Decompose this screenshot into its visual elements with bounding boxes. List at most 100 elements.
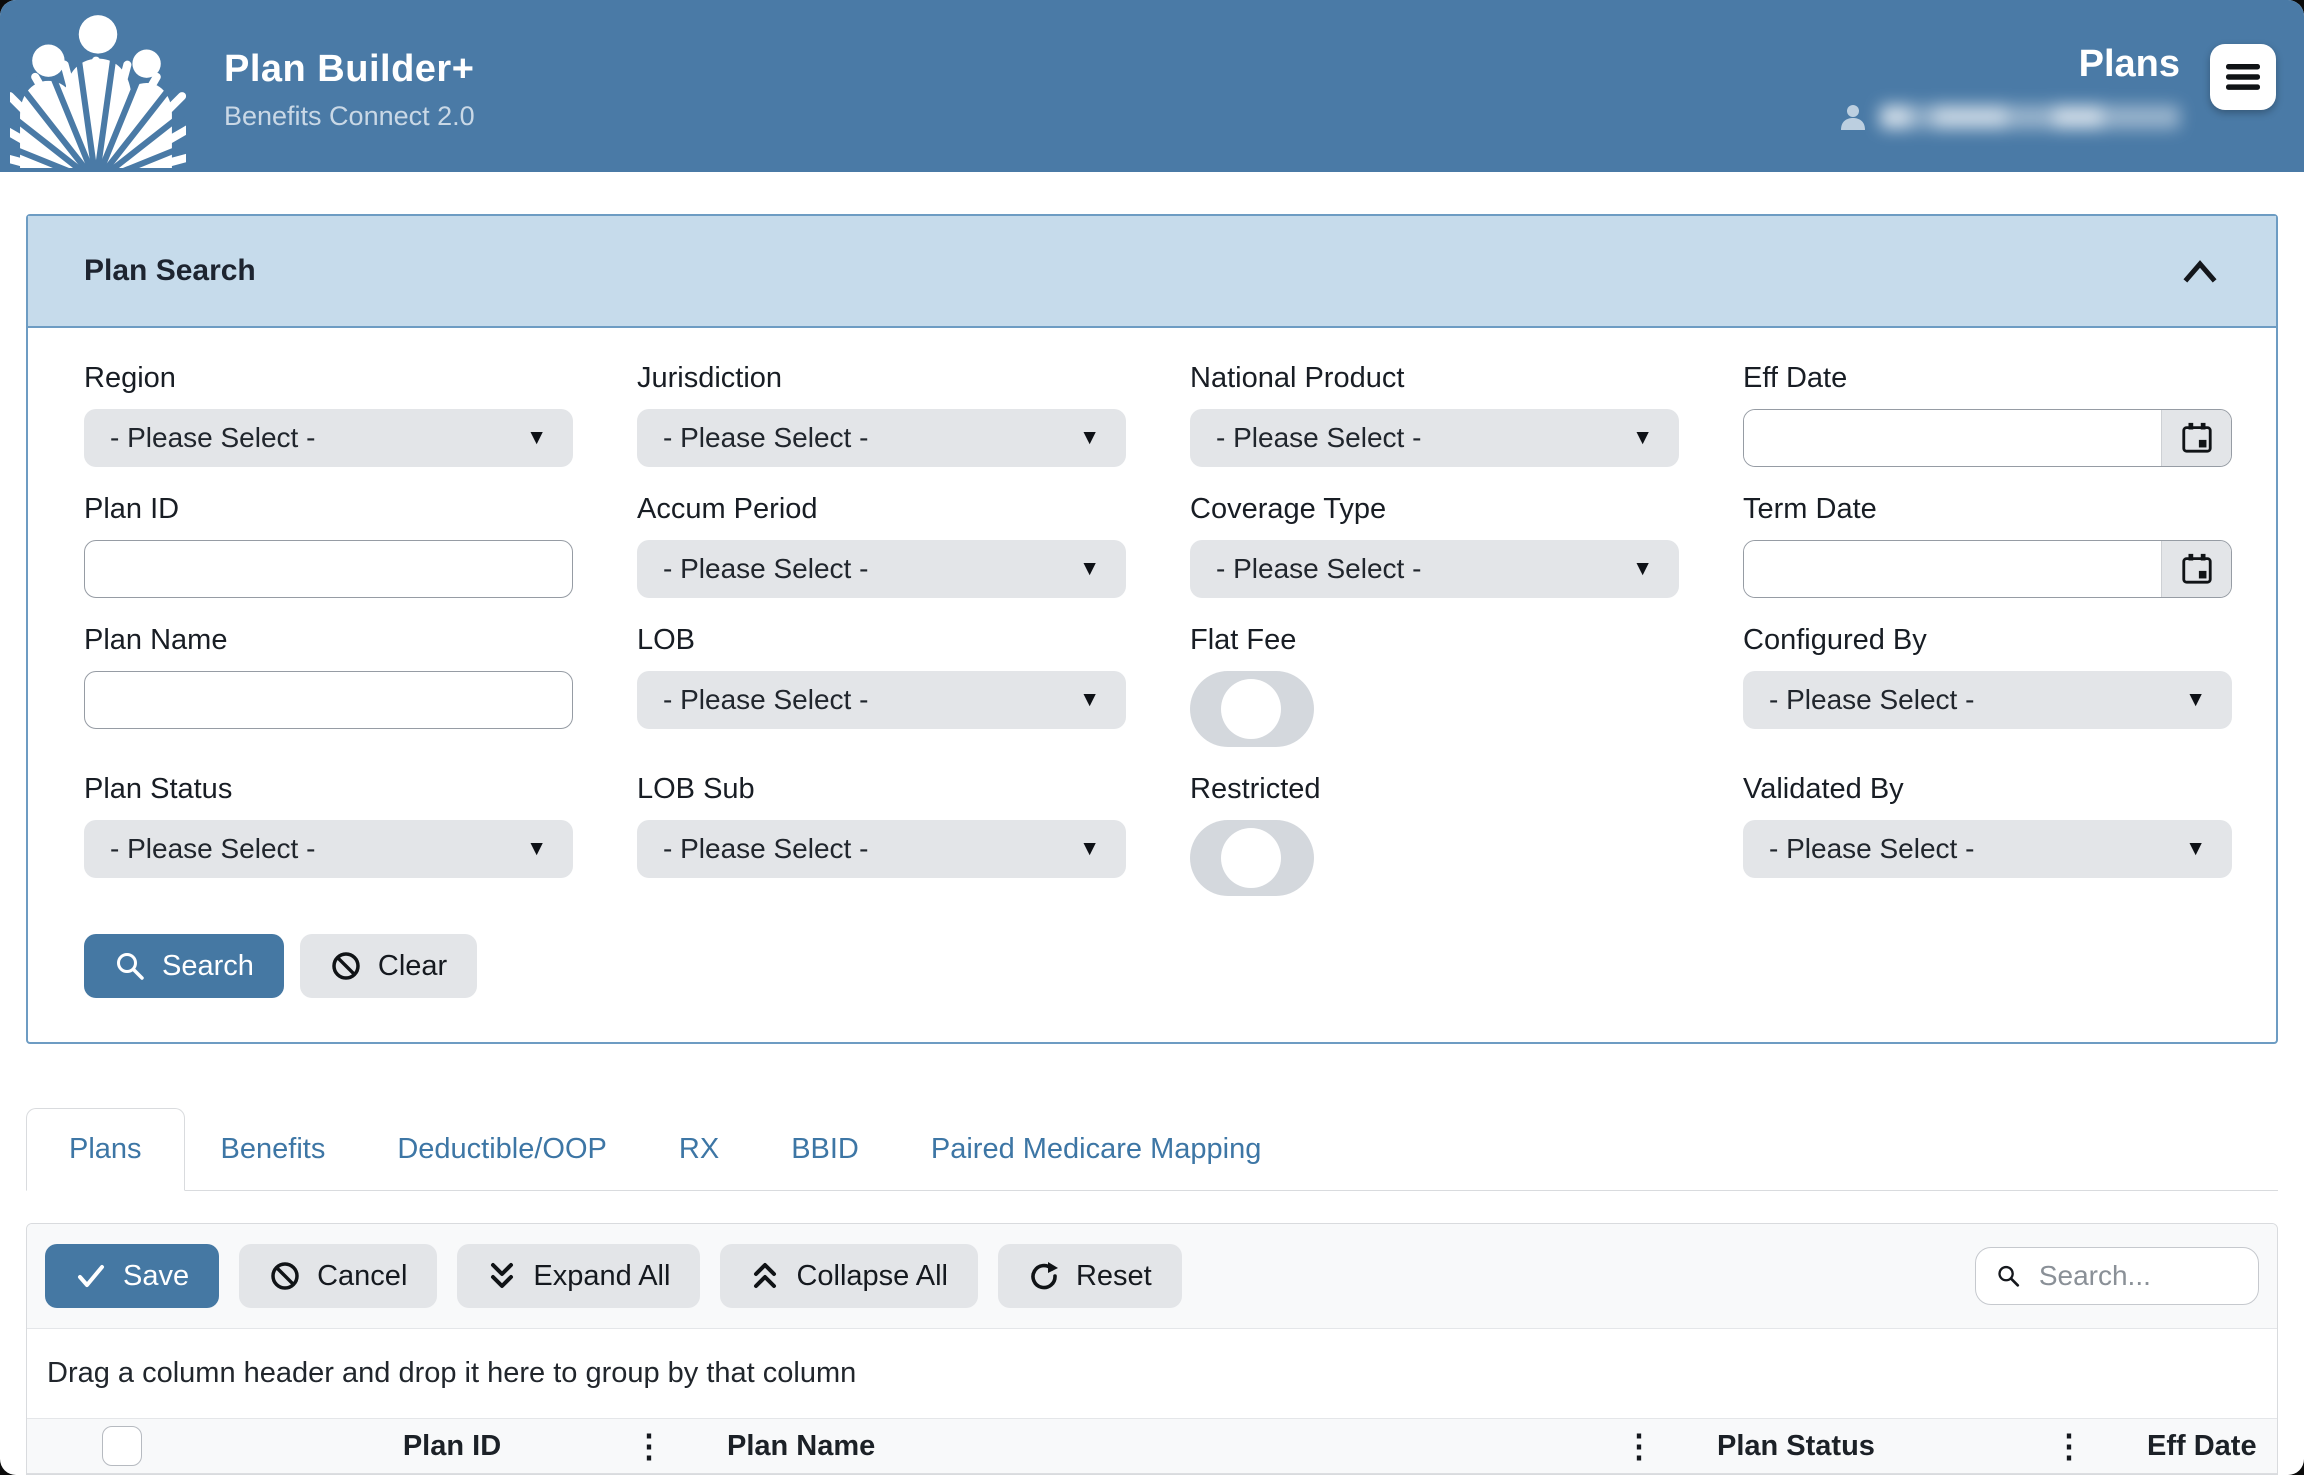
reset-button-label: Reset — [1075, 1259, 1152, 1292]
eff-date-input-group — [1743, 409, 2232, 467]
tab-paired-medicare-mapping[interactable]: Paired Medicare Mapping — [895, 1109, 1297, 1190]
plans-grid: Save Cancel Expand All Collapse All Rese… — [26, 1223, 2278, 1475]
column-title: Eff Date — [2147, 1429, 2257, 1462]
column-title: Plan Status — [1717, 1429, 1875, 1462]
tabstrip: Plans Benefits Deductible/OOP RX BBID Pa… — [26, 1108, 2278, 1191]
field-plan-name: Plan Name — [84, 624, 573, 747]
chevron-down-icon: ▼ — [1632, 557, 1653, 580]
search-button[interactable]: Search — [84, 934, 284, 998]
user-info — [1838, 102, 2180, 132]
jurisdiction-select[interactable]: - Please Select - ▼ — [637, 409, 1126, 467]
save-button[interactable]: Save — [45, 1244, 220, 1308]
field-coverage-type: Coverage Type - Please Select - ▼ — [1190, 493, 1679, 598]
field-plan-id: Plan ID — [84, 493, 573, 598]
lob-label: LOB — [637, 624, 696, 656]
save-button-label: Save — [123, 1259, 190, 1292]
eff-date-input[interactable] — [1744, 410, 2161, 466]
lob-sub-select[interactable]: - Please Select - ▼ — [637, 820, 1126, 878]
app-header: Plan Builder+ Benefits Connect 2.0 Plans — [0, 0, 2304, 187]
field-configured-by: Configured By - Please Select - ▼ — [1743, 624, 2232, 747]
page-title: Plans — [2078, 43, 2180, 85]
term-date-label: Term Date — [1743, 493, 1877, 525]
lob-sub-label: LOB Sub — [637, 773, 755, 805]
select-all-checkbox[interactable] — [102, 1426, 142, 1466]
column-header-eff-date[interactable]: Eff Date — [2107, 1419, 2277, 1473]
region-select-value: - Please Select - — [110, 422, 316, 453]
plan-name-input[interactable] — [84, 671, 573, 729]
chevron-up-icon — [2183, 260, 2217, 283]
lob-sub-select-value: - Please Select - — [663, 833, 869, 864]
expand-all-button[interactable]: Expand All — [457, 1244, 701, 1308]
check-icon — [78, 1265, 104, 1287]
term-date-input[interactable] — [1744, 541, 2161, 597]
field-accum-period: Accum Period - Please Select - ▼ — [637, 493, 1126, 598]
coverage-type-label: Coverage Type — [1190, 493, 1387, 525]
lob-select[interactable]: - Please Select - ▼ — [637, 671, 1126, 729]
grid-toolbar: Save Cancel Expand All Collapse All Rese… — [27, 1224, 2277, 1329]
validated-by-label: Validated By — [1743, 773, 1904, 805]
field-national-product: National Product - Please Select - ▼ — [1190, 362, 1679, 467]
tab-benefits[interactable]: Benefits — [185, 1109, 362, 1190]
configured-by-select[interactable]: - Please Select - ▼ — [1743, 671, 2232, 729]
group-by-hint[interactable]: Drag a column header and drop it here to… — [27, 1329, 2277, 1419]
column-menu-icon[interactable]: ⋮ — [633, 1430, 665, 1462]
accum-period-select-value: - Please Select - — [663, 553, 869, 584]
region-select[interactable]: - Please Select - ▼ — [84, 409, 573, 467]
plan-id-input[interactable] — [84, 540, 573, 598]
collapse-all-button[interactable]: Collapse All — [720, 1244, 978, 1308]
eff-date-label: Eff Date — [1743, 362, 1848, 394]
search-button-label: Search — [162, 949, 254, 982]
collapse-panel-button[interactable] — [2180, 256, 2220, 286]
plan-search-form: Region - Please Select - ▼ Jurisdiction … — [28, 328, 2276, 1042]
search-icon — [117, 953, 144, 980]
plan-search-title: Plan Search — [84, 254, 256, 287]
term-date-calendar-button[interactable] — [2161, 541, 2231, 597]
tab-rx[interactable]: RX — [643, 1109, 755, 1190]
column-header-plan-name[interactable]: Plan Name ⋮ — [687, 1419, 1677, 1473]
column-header-plan-status[interactable]: Plan Status ⋮ — [1677, 1419, 2107, 1473]
toggle-knob — [1221, 679, 1281, 739]
national-product-select-value: - Please Select - — [1216, 422, 1422, 453]
user-icon — [1841, 104, 1865, 130]
column-header-plan-id[interactable]: Plan ID ⋮ — [217, 1419, 687, 1473]
field-plan-status: Plan Status - Please Select - ▼ — [84, 773, 573, 896]
coverage-type-select[interactable]: - Please Select - ▼ — [1190, 540, 1679, 598]
flat-fee-toggle[interactable] — [1190, 671, 1314, 747]
reset-button[interactable]: Reset — [997, 1244, 1182, 1308]
search-actions: Search Clear — [84, 934, 2232, 998]
field-jurisdiction: Jurisdiction - Please Select - ▼ — [637, 362, 1126, 467]
grid-search-input[interactable] — [2036, 1259, 2238, 1293]
tab-bbid[interactable]: BBID — [755, 1109, 895, 1190]
clear-button[interactable]: Clear — [299, 934, 478, 998]
app-logo — [0, 0, 222, 187]
app-window: Plan Builder+ Benefits Connect 2.0 Plans — [0, 0, 2304, 1475]
user-email-redacted — [1880, 104, 2180, 129]
field-region: Region - Please Select - ▼ — [84, 362, 573, 467]
national-product-select[interactable]: - Please Select - ▼ — [1190, 409, 1679, 467]
chevron-down-icon: ▼ — [1079, 837, 1100, 860]
hamburger-menu-button[interactable] — [2210, 44, 2276, 110]
plan-search-panel-header[interactable]: Plan Search — [28, 216, 2276, 328]
eff-date-calendar-button[interactable] — [2161, 410, 2231, 466]
plan-status-select[interactable]: - Please Select - ▼ — [84, 820, 573, 878]
national-product-label: National Product — [1190, 362, 1405, 394]
cancel-button[interactable]: Cancel — [239, 1244, 438, 1308]
column-menu-icon[interactable]: ⋮ — [2053, 1430, 2085, 1462]
tab-plans[interactable]: Plans — [26, 1108, 185, 1191]
app-titles: Plan Builder+ Benefits Connect 2.0 — [224, 48, 475, 132]
accum-period-select[interactable]: - Please Select - ▼ — [637, 540, 1126, 598]
app-title: Plan Builder+ — [224, 48, 475, 90]
chevron-down-icon: ▼ — [2185, 688, 2206, 711]
column-menu-icon[interactable]: ⋮ — [1623, 1430, 1655, 1462]
chevron-down-icon: ▼ — [1079, 426, 1100, 449]
validated-by-select[interactable]: - Please Select - ▼ — [1743, 820, 2232, 878]
chevron-down-icon: ▼ — [1632, 426, 1653, 449]
restricted-label: Restricted — [1190, 773, 1321, 805]
cancel-button-label: Cancel — [317, 1259, 408, 1292]
tab-deductible-oop[interactable]: Deductible/OOP — [361, 1109, 643, 1190]
jurisdiction-select-value: - Please Select - — [663, 422, 869, 453]
ban-icon — [271, 1262, 299, 1290]
restricted-toggle[interactable] — [1190, 820, 1314, 896]
plan-id-label: Plan ID — [84, 493, 180, 525]
calendar-icon — [2181, 422, 2212, 453]
